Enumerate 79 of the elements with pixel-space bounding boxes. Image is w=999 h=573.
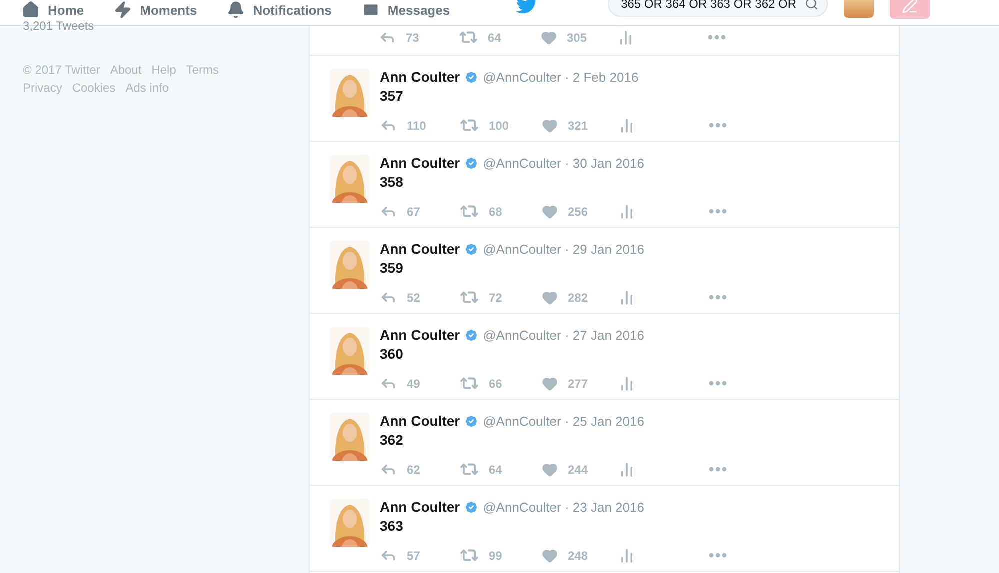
bar-chart-icon bbox=[619, 462, 635, 478]
bell-icon bbox=[227, 1, 246, 19]
heart-icon bbox=[542, 548, 558, 564]
reply-button[interactable]: 110 bbox=[380, 117, 460, 134]
footer-link[interactable]: About bbox=[110, 63, 142, 77]
footer-link[interactable]: Ads info bbox=[126, 81, 170, 95]
author-name[interactable]: Ann Coulter bbox=[380, 413, 460, 429]
tweet-text: 358 bbox=[380, 174, 404, 190]
more-icon bbox=[709, 381, 727, 386]
author-name[interactable]: Ann Coulter bbox=[380, 155, 460, 171]
like-button[interactable]: 277 bbox=[542, 376, 619, 392]
tweet-meta: @AnnCoulter · 27 Jan 2016 bbox=[483, 328, 644, 342]
tweet-text: 362 bbox=[380, 432, 404, 448]
like-button[interactable]: 305 bbox=[541, 30, 618, 46]
like-button[interactable]: 256 bbox=[542, 204, 619, 220]
retweet-button[interactable]: 100 bbox=[460, 116, 542, 135]
pen-icon bbox=[902, 0, 918, 14]
reply-button[interactable]: 52 bbox=[380, 289, 460, 306]
bar-chart-icon bbox=[619, 548, 635, 564]
reply-button[interactable]: 57 bbox=[380, 547, 460, 564]
heart-icon bbox=[542, 290, 558, 306]
more-icon bbox=[709, 209, 727, 214]
bar-chart-icon bbox=[619, 290, 635, 306]
more-icon bbox=[709, 123, 727, 128]
search-icon bbox=[805, 0, 820, 11]
retweet-button[interactable]: 72 bbox=[460, 288, 542, 307]
tweet-meta: @AnnCoulter · 23 Jan 2016 bbox=[483, 500, 644, 514]
more-icon bbox=[709, 295, 727, 300]
heart-icon bbox=[542, 118, 558, 134]
tweet-text: 359 bbox=[380, 260, 404, 276]
nav-item[interactable]: Messages bbox=[362, 0, 450, 20]
author-name[interactable]: Ann Coulter bbox=[380, 327, 460, 343]
bar-chart-icon bbox=[619, 118, 635, 134]
reply-button[interactable]: 73 bbox=[379, 29, 459, 46]
author-name[interactable]: Ann Coulter bbox=[380, 241, 460, 257]
retweet-button[interactable]: 64 bbox=[459, 28, 541, 47]
lightning-icon bbox=[114, 1, 132, 19]
tweet-meta: @AnnCoulter · 25 Jan 2016 bbox=[483, 414, 644, 428]
footer-link[interactable]: Help bbox=[152, 63, 176, 77]
footer-link[interactable]: © 2017 Twitter bbox=[23, 63, 100, 77]
like-button[interactable]: 282 bbox=[542, 290, 619, 306]
tweet-meta: @AnnCoulter · 30 Jan 2016 bbox=[483, 156, 644, 170]
nav-item[interactable]: Moments bbox=[114, 0, 198, 20]
tweet-meta: @AnnCoulter · 29 Jan 2016 bbox=[483, 242, 644, 256]
reply-button[interactable]: 49 bbox=[380, 375, 460, 392]
like-button[interactable]: 248 bbox=[542, 548, 619, 564]
bar-chart-icon bbox=[619, 376, 635, 392]
tweet-meta: @AnnCoulter · 2 Feb 2016 bbox=[483, 70, 639, 84]
nav-item[interactable]: Notifications bbox=[227, 0, 332, 20]
home-icon bbox=[22, 1, 40, 19]
footer-link[interactable]: Privacy bbox=[23, 81, 62, 95]
heart-icon bbox=[542, 462, 558, 478]
footer-link[interactable]: Cookies bbox=[72, 81, 116, 95]
tweet-count: 3,201 Tweets bbox=[23, 19, 96, 33]
bar-chart-icon bbox=[618, 30, 634, 46]
bird-icon[interactable] bbox=[516, 0, 538, 14]
retweet-button[interactable]: 68 bbox=[460, 202, 542, 221]
heart-icon bbox=[541, 30, 557, 46]
footer-link[interactable]: Terms bbox=[186, 63, 220, 77]
more-icon bbox=[708, 35, 726, 40]
reply-button[interactable]: 67 bbox=[380, 203, 460, 220]
author-name[interactable]: Ann Coulter bbox=[380, 499, 460, 515]
like-button[interactable]: 321 bbox=[542, 118, 619, 134]
nav-item[interactable]: Home bbox=[22, 0, 84, 20]
tweet-text: 357 bbox=[380, 88, 404, 104]
author-name[interactable]: Ann Coulter bbox=[380, 69, 460, 85]
retweet-button[interactable]: 99 bbox=[460, 546, 542, 565]
heart-icon bbox=[542, 204, 558, 220]
more-icon bbox=[709, 467, 727, 472]
like-button[interactable]: 244 bbox=[542, 462, 619, 478]
tweet-text: 363 bbox=[380, 518, 404, 534]
reply-button[interactable]: 62 bbox=[380, 461, 460, 478]
more-icon bbox=[709, 553, 727, 558]
retweet-button[interactable]: 66 bbox=[460, 374, 542, 393]
bar-chart-icon bbox=[619, 204, 635, 220]
tweet-text: 360 bbox=[380, 346, 404, 362]
compose-button[interactable] bbox=[890, 0, 930, 19]
retweet-button[interactable]: 64 bbox=[460, 460, 542, 479]
heart-icon bbox=[542, 376, 558, 392]
